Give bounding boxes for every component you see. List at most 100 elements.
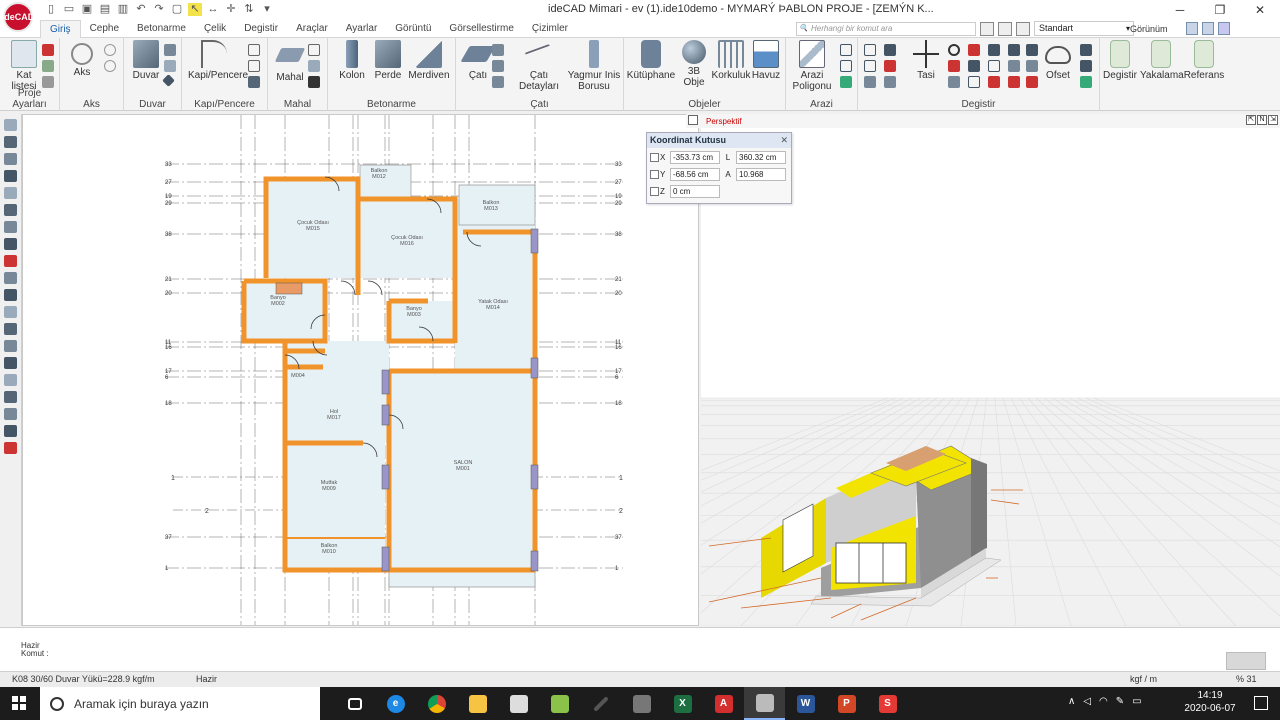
status-unit[interactable]: kgf / m [1130,674,1157,684]
select-tool-icon[interactable] [4,119,17,131]
mirror-icon[interactable]: ⇅ [242,3,256,16]
close-button[interactable]: ✕ [1240,0,1280,20]
plan-viewport[interactable]: Balkon M012 Çocuk Odası M015 Çocuk Odası… [22,114,699,626]
snap-endpoint-icon[interactable] [1080,44,1092,56]
space-table-icon[interactable] [308,76,320,88]
modify-tool-d-icon[interactable] [884,44,896,56]
terrain-tool-1-icon[interactable] [840,44,852,56]
divide-icon[interactable] [1026,44,1038,56]
save-icon[interactable]: ▣ [80,3,94,16]
layers-tool-icon[interactable] [4,136,17,148]
reference-button[interactable]: Referans [1182,40,1226,81]
terrain-tool-3-icon[interactable] [840,76,852,88]
viewport-3d-label[interactable]: Perspektif [706,117,742,126]
terrain-polygon-button[interactable]: Arazi Poligonu [788,40,836,92]
erase-tool-icon[interactable] [4,442,17,454]
axis-button[interactable]: Aks [60,40,104,78]
view-zoom-icon[interactable]: ⇱ [1246,115,1256,125]
minimize-button[interactable]: ─ [1160,0,1200,20]
move-icon[interactable]: ↔ [206,3,220,16]
pen-icon[interactable]: ✎ [1116,696,1124,707]
group-tool-icon[interactable] [4,306,17,318]
edge-button[interactable]: e [375,687,416,720]
space-split-icon[interactable] [308,60,320,72]
z-lock-checkbox[interactable] [650,187,659,196]
stair-button[interactable]: Merdiven [404,40,454,81]
tab-0[interactable]: Giriş [40,20,81,38]
view-north-icon[interactable]: N [1257,115,1267,125]
polyline-tool-icon[interactable] [4,374,17,386]
tab-2[interactable]: Betonarme [128,20,195,38]
filter-tool-icon[interactable] [4,204,17,216]
match-tool-icon[interactable] [4,221,17,233]
redo-icon[interactable]: ↷ [152,3,166,16]
column[interactable] [530,550,539,572]
hatch-tool-icon[interactable] [4,272,17,284]
tab-5[interactable]: Araçlar [287,20,337,38]
style-select[interactable]: Standart [1034,21,1134,36]
paste-tool-icon[interactable] [4,170,17,182]
lock-tool-icon[interactable] [4,323,17,335]
layers-icon[interactable] [42,44,54,56]
extend-icon[interactable] [968,60,980,72]
wall-button[interactable]: Duvar [124,40,168,81]
pen-app-button[interactable] [580,687,621,720]
acrobat-button[interactable]: A [703,687,744,720]
layer-icon[interactable] [980,21,994,36]
roof-tool-2-icon[interactable] [492,60,504,72]
save-all-icon[interactable]: ▤ [98,3,112,16]
tab-7[interactable]: Görüntü [386,20,440,38]
column[interactable] [530,464,539,490]
modify-tool-e-icon[interactable] [884,60,896,72]
axis-arc-icon[interactable] [104,60,116,72]
open-file-icon[interactable]: ▭ [62,3,76,16]
s-app-button[interactable]: S [867,687,908,720]
windows-start-icon[interactable] [12,696,26,710]
text-tool-icon[interactable] [4,238,17,250]
layer-manager-icon[interactable] [998,21,1012,36]
modify-tool-a-icon[interactable] [864,44,876,56]
rain-pipe-button[interactable]: Yagmur Inis Borusu [566,40,622,92]
move-button[interactable]: Tasi [904,40,948,81]
viewport-3d-collapse-icon[interactable] [688,115,698,125]
excel-button[interactable]: X [662,687,703,720]
snap-intersection-icon[interactable] [1080,60,1092,72]
join-icon[interactable] [1008,60,1020,72]
pool-button[interactable]: Havuz [744,40,788,81]
modify-tool-c-icon[interactable] [864,76,876,88]
network-icon[interactable]: ◠ [1099,696,1108,707]
pen-icon[interactable] [1026,76,1038,88]
zoom-window-icon[interactable]: ▢ [170,3,184,16]
volume-icon[interactable]: ◁ [1083,696,1091,707]
library-button[interactable]: Kütüphane [626,40,676,81]
wall-split-icon[interactable] [164,44,176,56]
property-tool-icon[interactable] [4,187,17,199]
copy-tool-icon[interactable] [4,153,17,165]
wall-join-icon[interactable] [164,60,176,72]
notification-icon[interactable] [1254,696,1268,710]
room-shape[interactable] [389,301,455,341]
column[interactable] [381,369,390,395]
y-coordinate-field[interactable]: -68.56 cm [670,168,720,181]
word-button[interactable]: W [785,687,826,720]
gear-icon[interactable] [42,76,54,88]
chrome-button[interactable] [416,687,457,720]
file-explorer-button[interactable] [457,687,498,720]
length-field[interactable]: 360.32 cm [736,151,786,164]
column[interactable] [381,404,390,426]
z-coordinate-field[interactable]: 0 cm [670,185,720,198]
axis-rotate-icon[interactable] [104,44,116,56]
trim-icon[interactable] [968,44,980,56]
command-search-input[interactable]: Herhangi bir komut ara [796,22,976,36]
tab-4[interactable]: Degistir [235,20,287,38]
task-view-button[interactable] [334,687,375,720]
tab-1[interactable]: Cephe [81,20,128,38]
floor-list-button[interactable]: Kat listesi [2,40,46,92]
command-panel-buttons[interactable] [1226,652,1266,670]
view-menu[interactable]: Görünüm [1130,24,1168,34]
array-icon[interactable] [1008,44,1020,56]
terrain-tool-2-icon[interactable] [840,60,852,72]
modify-button[interactable]: Degistir [1100,40,1140,81]
powerpoint-button[interactable]: P [826,687,867,720]
column[interactable] [530,228,539,254]
